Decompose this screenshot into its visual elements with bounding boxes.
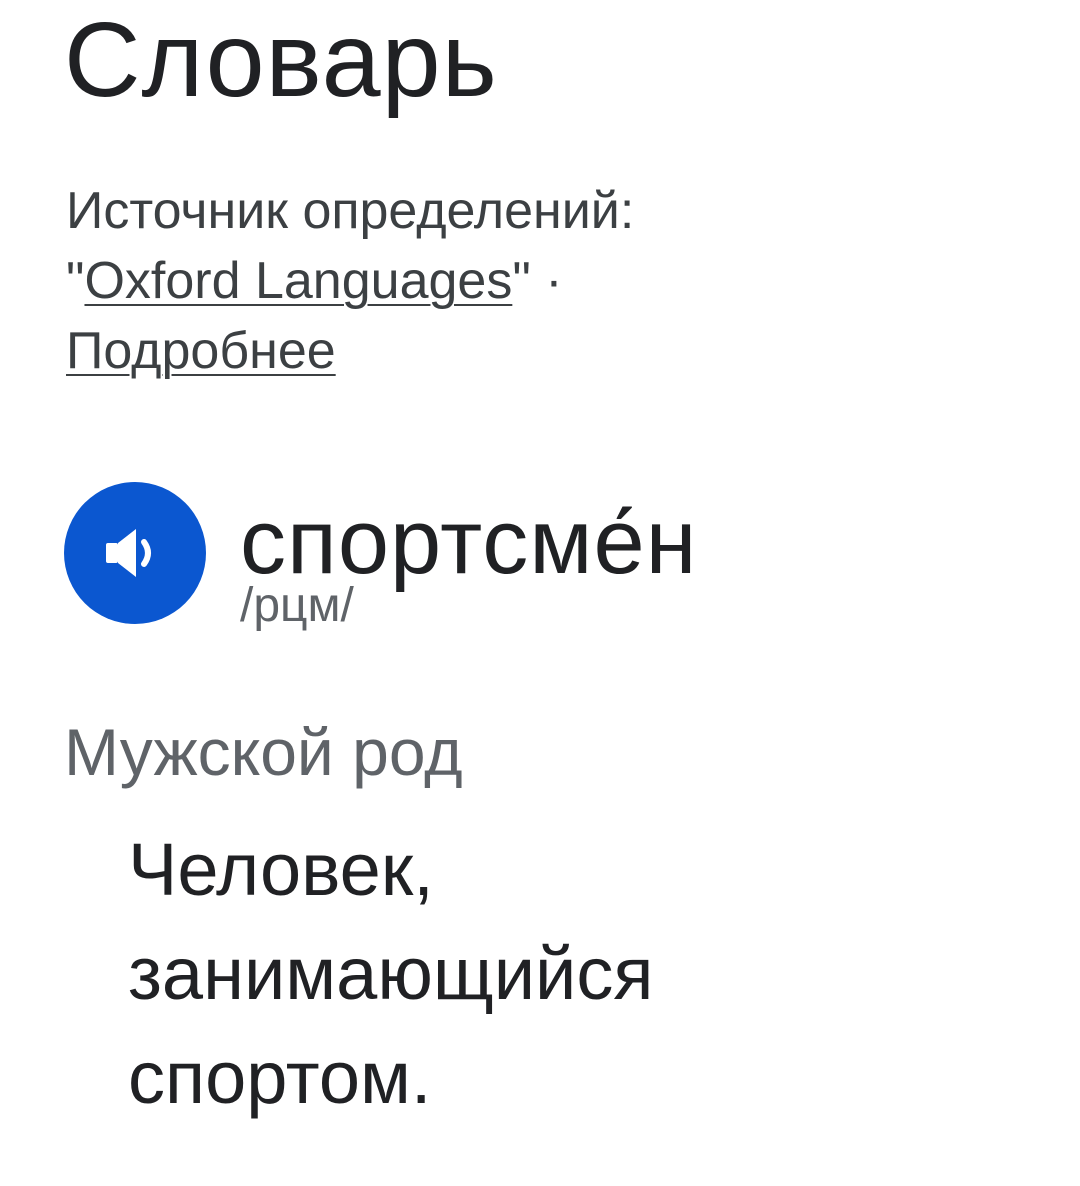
more-link[interactable]: Подробнее <box>66 322 336 380</box>
source-link-line: "Oxford Languages" · <box>66 246 1026 316</box>
separator-dot: · <box>530 252 563 310</box>
page-title: Словарь <box>64 1 498 119</box>
definitions-source: Источник определений: "Oxford Languages"… <box>66 176 1026 386</box>
dictionary-entry: спортсме́н /рцм/ <box>64 482 1044 632</box>
definition-line: спортом. <box>128 1036 432 1119</box>
source-label: Источник определений: <box>66 182 635 240</box>
definition: Человек, занимающийся спортом. <box>128 818 888 1130</box>
headword: спортсме́н <box>240 491 698 593</box>
oxford-languages-link[interactable]: Oxford Languages <box>84 252 512 310</box>
phonetic-transcription: /рцм/ <box>240 579 354 632</box>
close-quote: " <box>512 252 531 310</box>
definition-line: занимающийся <box>128 932 654 1015</box>
speaker-icon <box>106 529 151 577</box>
definition-line: Человек, <box>128 828 434 911</box>
pronunciation-button[interactable] <box>64 482 206 624</box>
open-quote: " <box>66 252 85 310</box>
more-line: Подробнее <box>66 316 1026 386</box>
part-of-speech: Мужской род <box>64 715 463 789</box>
